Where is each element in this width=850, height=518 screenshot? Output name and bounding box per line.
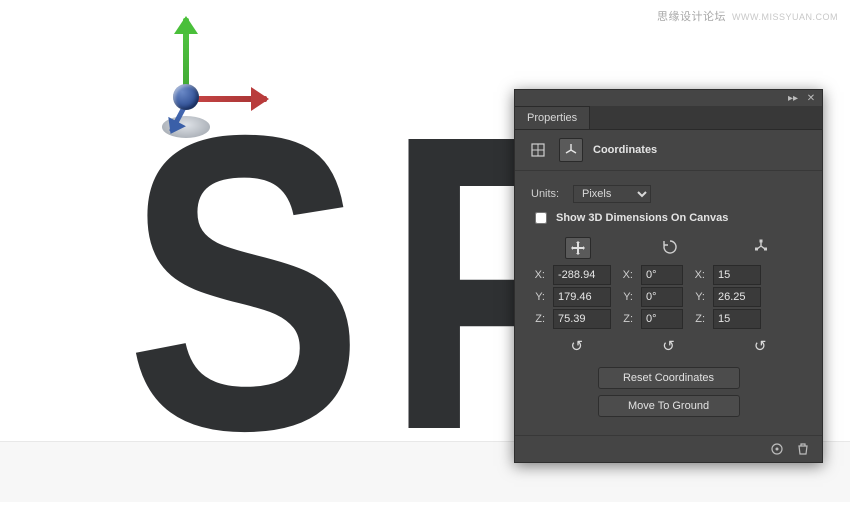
move-mode-icon[interactable] <box>565 237 591 259</box>
tab-properties[interactable]: Properties <box>515 106 590 129</box>
reset-scl-icon[interactable]: ↺ <box>746 337 774 355</box>
rot-z-field[interactable]: 0° <box>641 309 683 329</box>
rot-y-field[interactable]: 0° <box>641 287 683 307</box>
watermark: 思缘设计论坛WWW.MISSYUAN.COM <box>657 8 838 24</box>
reset-coordinates-button[interactable]: Reset Coordinates <box>598 367 740 389</box>
canvas: S P 思缘设计论坛WWW.MISSYUAN.COM ▸▸ ✕ Properti… <box>0 0 850 500</box>
coordinates-icon[interactable] <box>559 138 583 162</box>
section-title: Coordinates <box>593 144 657 156</box>
mesh-settings-icon[interactable] <box>527 139 549 161</box>
reset-rot-icon[interactable]: ↺ <box>654 337 682 355</box>
pos-y-field[interactable]: 179.46 <box>553 287 611 307</box>
show-3d-dimensions-checkbox[interactable]: Show 3D Dimensions On Canvas <box>531 209 806 227</box>
panel-tabs: Properties <box>515 106 822 130</box>
pos-x-field[interactable]: -288.94 <box>553 265 611 285</box>
pos-z-field[interactable]: 75.39 <box>553 309 611 329</box>
rot-x-field[interactable]: 0° <box>641 265 683 285</box>
panel-footer <box>515 435 822 462</box>
move-to-ground-button[interactable]: Move To Ground <box>598 395 740 417</box>
reset-pos-icon[interactable]: ↺ <box>563 337 591 355</box>
scl-x-field[interactable]: 15 <box>713 265 761 285</box>
render-settings-icon[interactable] <box>770 442 786 456</box>
scale-mode-icon[interactable] <box>749 237 773 257</box>
properties-panel: ▸▸ ✕ Properties Coordinates Units: Pixel… <box>514 89 823 463</box>
panel-title-bar[interactable]: ▸▸ ✕ <box>515 90 822 106</box>
letter-s[interactable]: S <box>108 126 343 442</box>
rotate-mode-icon[interactable] <box>658 237 682 257</box>
trash-icon[interactable] <box>796 442 812 456</box>
scl-z-field[interactable]: 15 <box>713 309 761 329</box>
units-label: Units: <box>531 188 565 200</box>
collapse-icon[interactable]: ▸▸ <box>786 93 800 104</box>
scl-y-field[interactable]: 26.25 <box>713 287 761 307</box>
units-select[interactable]: Pixels <box>573 185 651 203</box>
panel-toolbar: Coordinates <box>515 130 822 171</box>
close-icon[interactable]: ✕ <box>804 93 818 104</box>
